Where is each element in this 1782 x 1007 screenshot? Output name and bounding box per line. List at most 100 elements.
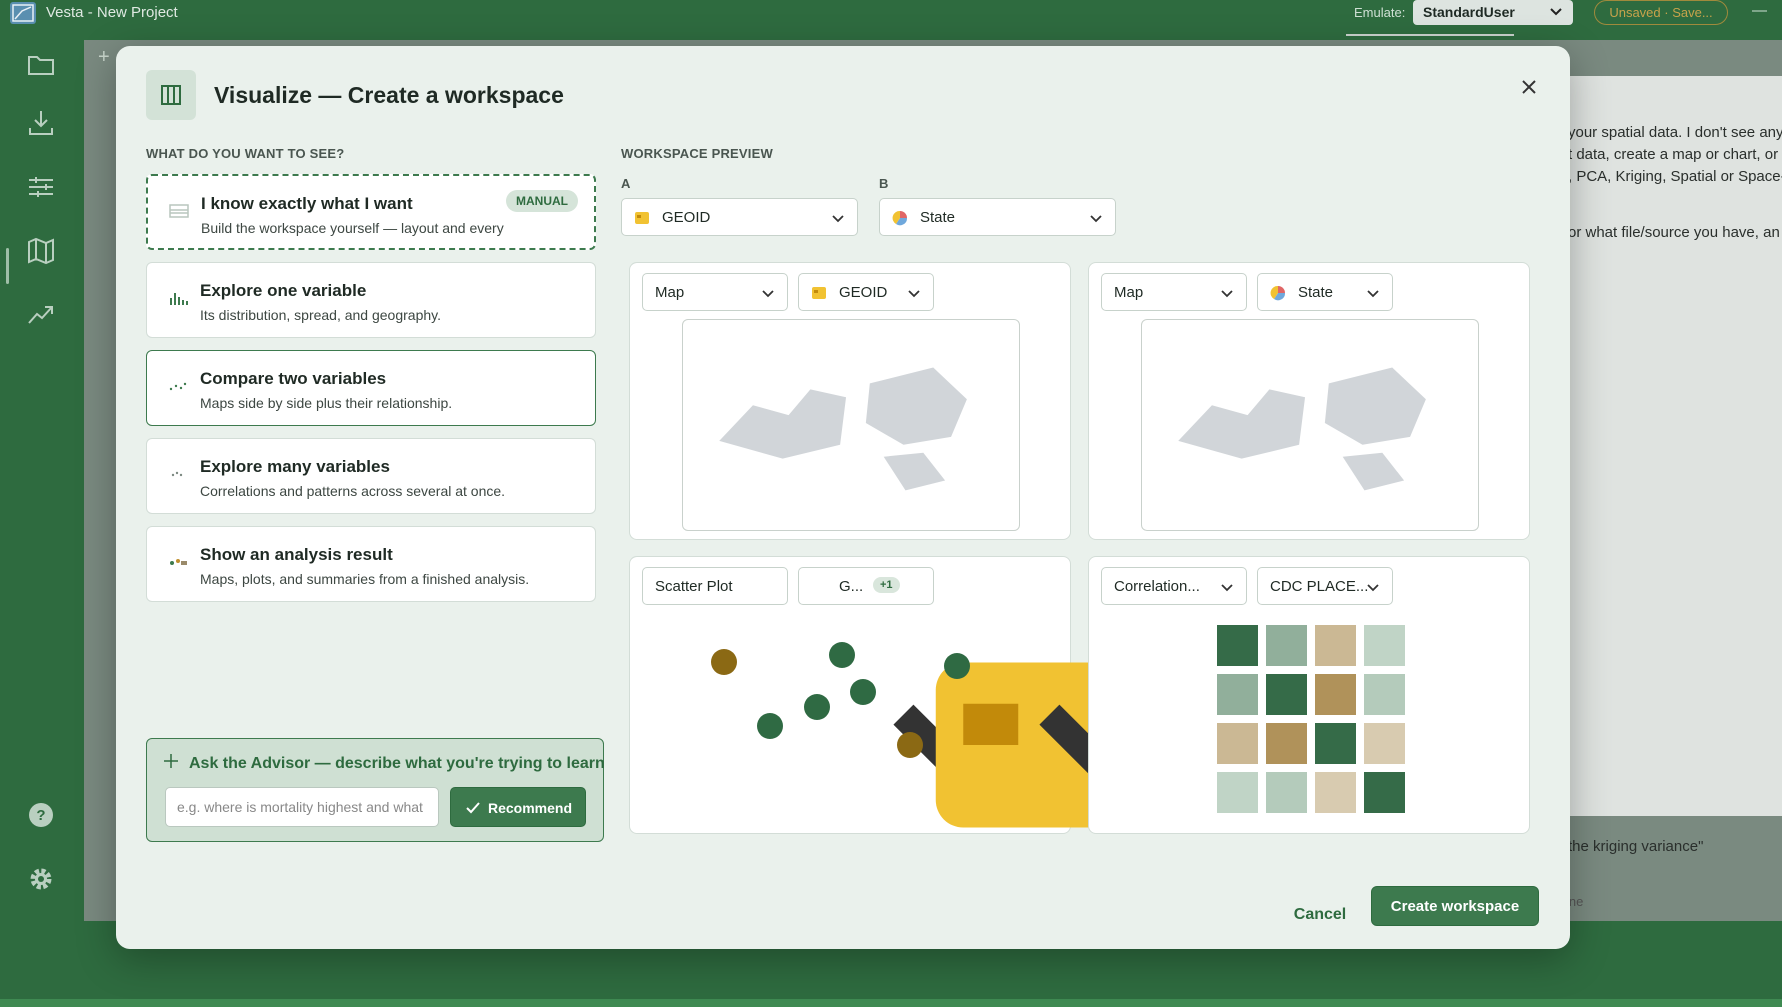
panel-type-select[interactable]: Scatter Plot: [642, 567, 1071, 814]
heatmap-cell: [1364, 625, 1405, 666]
left-rail: ?: [0, 26, 84, 921]
category-field-icon: [892, 210, 908, 226]
columns-icon: [146, 70, 196, 120]
option-manual[interactable]: I know exactly what I want Build the wor…: [146, 174, 596, 250]
trend-icon[interactable]: [26, 300, 56, 330]
heatmap-cell: [1217, 625, 1258, 666]
tab-strip: [1346, 34, 1514, 42]
panel-type-value: Map: [1114, 284, 1144, 301]
id-field-icon: [811, 579, 1129, 828]
manual-badge: MANUAL: [506, 190, 578, 212]
dots-icon: [167, 465, 189, 483]
panel-type-select[interactable]: Map: [1101, 273, 1247, 311]
app-logo: [10, 2, 36, 24]
panel-variable-select[interactable]: State: [1257, 273, 1393, 311]
option-description: Maps, plots, and summaries from a finish…: [200, 571, 530, 587]
option-explore-many[interactable]: Explore many variables Correlations and …: [146, 438, 596, 514]
heatmap-cell: [1266, 674, 1307, 715]
var-a-select[interactable]: GEOID: [621, 198, 858, 236]
panel-variable-select[interactable]: CDC PLACE...: [1257, 567, 1393, 605]
blueprint-icon: [168, 202, 190, 220]
map-shape: [865, 367, 967, 445]
chevron-down-icon: [1366, 286, 1380, 300]
heatmap-cell: [1266, 625, 1307, 666]
chat-input-text[interactable]: the kriging variance": [1568, 838, 1703, 855]
title-bar: Vesta - New Project Emulate: StandardUse…: [0, 0, 1782, 26]
chevron-down-icon: [907, 580, 1217, 814]
cancel-button[interactable]: Cancel: [1280, 896, 1360, 934]
chat-line: , PCA, Kriging, Spatial or Space-T: [1568, 168, 1782, 185]
heatmap-cell: [1217, 723, 1258, 764]
window-title: Vesta - New Project: [46, 4, 178, 21]
scatter-point: [850, 679, 876, 705]
create-workspace-button[interactable]: Create workspace: [1371, 886, 1539, 926]
map-thumbnail: [1141, 319, 1479, 531]
chevron-down-icon: [1366, 580, 1380, 594]
panel-type-value: Scatter Plot: [655, 578, 733, 595]
option-description: Build the workspace yourself — layout an…: [201, 220, 504, 236]
panel-variable-value: State: [1298, 284, 1334, 301]
var-b-label: B: [879, 176, 889, 191]
add-tab-icon[interactable]: +: [98, 46, 110, 69]
gear-icon[interactable]: [26, 864, 56, 894]
category-field-icon: [1270, 285, 1286, 301]
visualize-dialog: Visualize — Create a workspace WHAT DO Y…: [116, 46, 1570, 949]
recommend-button[interactable]: Recommend: [450, 787, 586, 827]
chevron-down-icon: [907, 286, 921, 300]
panel-variable-select[interactable]: G... +1: [798, 567, 1217, 828]
var-b-select[interactable]: State: [879, 198, 1116, 236]
minimize-icon[interactable]: —: [1752, 2, 1767, 19]
chat-line: t data, create a map or chart, or r: [1568, 146, 1782, 163]
chevron-down-icon: [1549, 4, 1563, 21]
recommend-label: Recommend: [488, 800, 573, 816]
option-title: I know exactly what I want: [201, 194, 413, 213]
var-a-label: A: [621, 176, 631, 191]
panel-variable-value: GEOID: [839, 284, 888, 301]
heatmap-cell: [1266, 772, 1307, 813]
advisor-input[interactable]: [165, 787, 439, 827]
chat-line: your spatial data. I don't see any: [1568, 124, 1782, 141]
advisor-chat-panel: your spatial data. I don't see any t dat…: [1540, 76, 1782, 816]
option-compare-two[interactable]: Compare two variables Maps side by side …: [146, 350, 596, 426]
map-icon[interactable]: [26, 236, 56, 266]
chevron-down-icon: [761, 580, 1071, 814]
emulate-select[interactable]: StandardUser: [1413, 0, 1573, 25]
var-b-value: State: [920, 209, 956, 226]
option-explore-one[interactable]: Explore one variable Its distribution, s…: [146, 262, 596, 338]
heatmap-cell: [1315, 723, 1356, 764]
folder-icon[interactable]: [26, 50, 56, 80]
panel-type-select[interactable]: Map: [642, 273, 788, 311]
option-analysis-result[interactable]: Show an analysis result Maps, plots, and…: [146, 526, 596, 602]
panel-type-select[interactable]: Correlation...: [1101, 567, 1247, 605]
scatter-point: [829, 642, 855, 668]
option-title: Compare two variables: [200, 369, 387, 388]
download-icon[interactable]: [26, 108, 56, 138]
panel-type-value: Correlation...: [1114, 578, 1200, 595]
preview-panel-scatter: Scatter Plot G... +1: [629, 556, 1217, 834]
help-icon[interactable]: ?: [26, 800, 56, 830]
dialog-title: Visualize — Create a workspace: [214, 82, 564, 108]
extra-count-badge: +1: [873, 577, 900, 593]
preview-panel-map-a: Map GEOID: [629, 262, 1071, 540]
id-field-icon: [634, 210, 650, 226]
var-a-value: GEOID: [662, 209, 711, 226]
emulate-value: StandardUser: [1423, 4, 1515, 20]
options-heading: WHAT DO YOU WANT TO SEE?: [146, 146, 345, 161]
sliders-icon[interactable]: [26, 172, 56, 202]
analysis-icon: [167, 553, 189, 571]
heatmap-cell: [1315, 772, 1356, 813]
status-bar: [0, 999, 1782, 1007]
map-shape: [883, 452, 946, 491]
close-icon[interactable]: [1516, 74, 1542, 100]
panel-variable-value: G...: [839, 578, 864, 595]
heatmap-cell: [1364, 723, 1405, 764]
heatmap-cell: [1217, 674, 1258, 715]
map-shape: [1324, 367, 1426, 445]
chevron-down-icon: [761, 286, 775, 300]
unsaved-save-button[interactable]: Unsaved · Save...: [1594, 0, 1728, 25]
id-field-icon: [811, 285, 827, 301]
preview-panel-correlation: Correlation... CDC PLACE...: [1088, 556, 1530, 834]
heatmap-cell: [1266, 723, 1307, 764]
panel-type-value: Map: [655, 284, 685, 301]
panel-variable-select[interactable]: GEOID: [798, 273, 934, 311]
